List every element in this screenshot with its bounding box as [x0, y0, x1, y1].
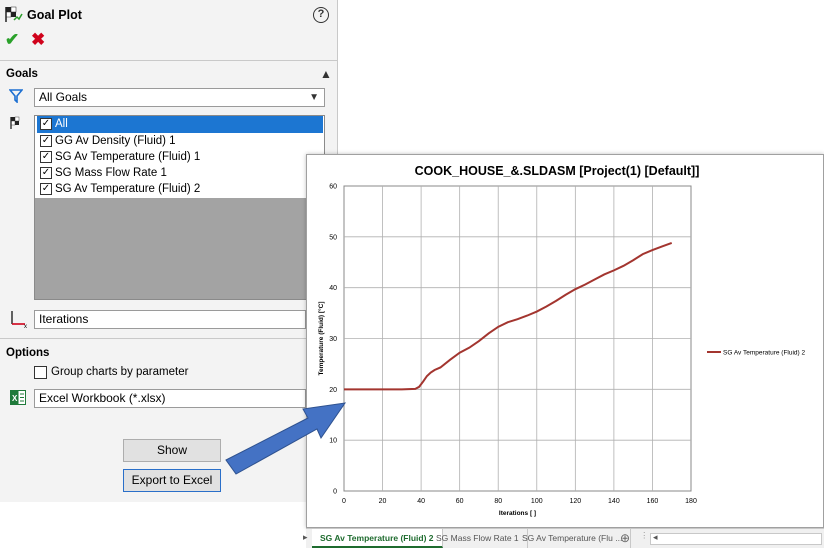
x-axis-label: Iterations [ ] [499, 510, 536, 517]
x-tick-label: 100 [531, 498, 543, 505]
goal-checkbox[interactable]: ✓ [40, 118, 52, 130]
goal-item-label: SG Mass Flow Rate 1 [55, 167, 167, 179]
collapse-chevron-icon[interactable]: ▲ [320, 67, 332, 81]
goal-checkbox[interactable]: ✓ [40, 151, 52, 163]
x-tick-label: 20 [379, 498, 387, 505]
goal-filter-dropdown[interactable]: All Goals ▼ [34, 88, 325, 107]
sheet-nav-icon[interactable]: ▸ [303, 532, 308, 543]
svg-text:X: X [12, 394, 18, 403]
x-axis-value: Iterations [39, 312, 89, 326]
goal-item-label: All [55, 118, 68, 130]
scroll-left-icon[interactable]: ◂ [653, 532, 658, 543]
goals-flag-icon [10, 116, 20, 129]
x-tick-label: 80 [494, 498, 502, 505]
goals-section-title: Goals [6, 68, 38, 80]
goal-item[interactable]: ✓ GG Av Density (Fluid) 1 [37, 133, 323, 150]
group-charts-checkbox[interactable] [34, 366, 47, 379]
goal-item[interactable]: ✓ SG Av Temperature (Fluid) 1 [37, 149, 323, 166]
goal-item-label: SG Av Temperature (Fluid) 2 [55, 183, 201, 195]
x-tick-label: 120 [569, 498, 581, 505]
ok-checkmark-icon[interactable]: ✔ [5, 30, 19, 50]
goal-plot-icon [5, 6, 23, 22]
help-icon[interactable]: ? [313, 7, 329, 23]
chevron-down-icon: ▼ [309, 92, 319, 103]
svg-text:x: x [24, 324, 27, 329]
goal-item-label: GG Av Density (Fluid) 1 [55, 135, 176, 147]
x-tick-label: 140 [608, 498, 620, 505]
export-to-excel-button[interactable]: Export to Excel [123, 469, 221, 492]
panel-title: Goal Plot [27, 8, 82, 22]
horizontal-scrollbar[interactable]: ◂ [650, 532, 822, 545]
goal-checkbox[interactable]: ✓ [40, 167, 52, 179]
cancel-x-icon[interactable]: ✖ [31, 30, 45, 50]
goal-item[interactable]: ✓ SG Av Temperature (Fluid) 2 [37, 181, 323, 198]
chart-title: COOK_HOUSE_&.SLDASM [Project(1) [Default… [415, 164, 700, 178]
goal-item[interactable]: ✓ SG Mass Flow Rate 1 [37, 165, 323, 182]
x-axis-dropdown[interactable]: Iterations [34, 310, 306, 329]
y-tick-label: 40 [329, 285, 337, 292]
x-tick-label: 0 [342, 498, 346, 505]
goal-chart: COOK_HOUSE_&.SLDASM [Project(1) [Default… [317, 164, 806, 517]
more-tabs-dots: ⋮ [640, 530, 649, 540]
excel-icon: X [10, 390, 26, 405]
x-tick-label: 60 [456, 498, 464, 505]
add-sheet-icon[interactable]: ⊕ [620, 531, 630, 545]
divider [0, 338, 338, 339]
y-axis-label: Temperature (Fluid) [°C] [317, 302, 325, 376]
goal-filter-value: All Goals [39, 90, 88, 104]
goals-listbox[interactable]: ✓ All ✓ GG Av Density (Fluid) 1 ✓ SG Av … [34, 115, 325, 300]
show-button[interactable]: Show [123, 439, 221, 462]
goals-list: ✓ All ✓ GG Av Density (Fluid) 1 ✓ SG Av … [35, 116, 324, 198]
goal-item-label: SG Av Temperature (Fluid) 1 [55, 151, 201, 163]
x-tick-label: 40 [417, 498, 425, 505]
y-tick-label: 30 [329, 336, 337, 343]
y-tick-label: 60 [329, 184, 337, 191]
sheet-tab[interactable]: SG Av Temperature (Fluid) 2 [312, 529, 443, 548]
x-tick-label: 180 [685, 498, 697, 505]
sheet-tab-bar: ▸ SG Av Temperature (Fluid) 2 SG Mass Fl… [303, 528, 824, 548]
y-tick-label: 50 [329, 234, 337, 241]
goal-checkbox[interactable]: ✓ [40, 135, 52, 147]
sheet-tab[interactable]: SG Av Temperature (Flu ... [514, 529, 632, 548]
x-axis-icon: x [11, 311, 27, 329]
x-tick-label: 160 [647, 498, 659, 505]
filter-icon [9, 89, 23, 103]
sheet-tab[interactable]: SG Mass Flow Rate 1 [428, 529, 528, 548]
legend-label: SG Av Temperature (Fluid) 2 [723, 350, 806, 357]
divider [0, 60, 338, 61]
annotation-arrow-icon [225, 402, 347, 475]
export-format-value: Excel Workbook (*.xlsx) [39, 391, 166, 405]
goal-item-all[interactable]: ✓ All [37, 116, 323, 133]
options-section-title: Options [6, 347, 50, 359]
goal-checkbox[interactable]: ✓ [40, 183, 52, 195]
excel-chart-window: COOK_HOUSE_&.SLDASM [Project(1) [Default… [306, 154, 824, 528]
group-charts-label: Group charts by parameter [51, 366, 189, 378]
